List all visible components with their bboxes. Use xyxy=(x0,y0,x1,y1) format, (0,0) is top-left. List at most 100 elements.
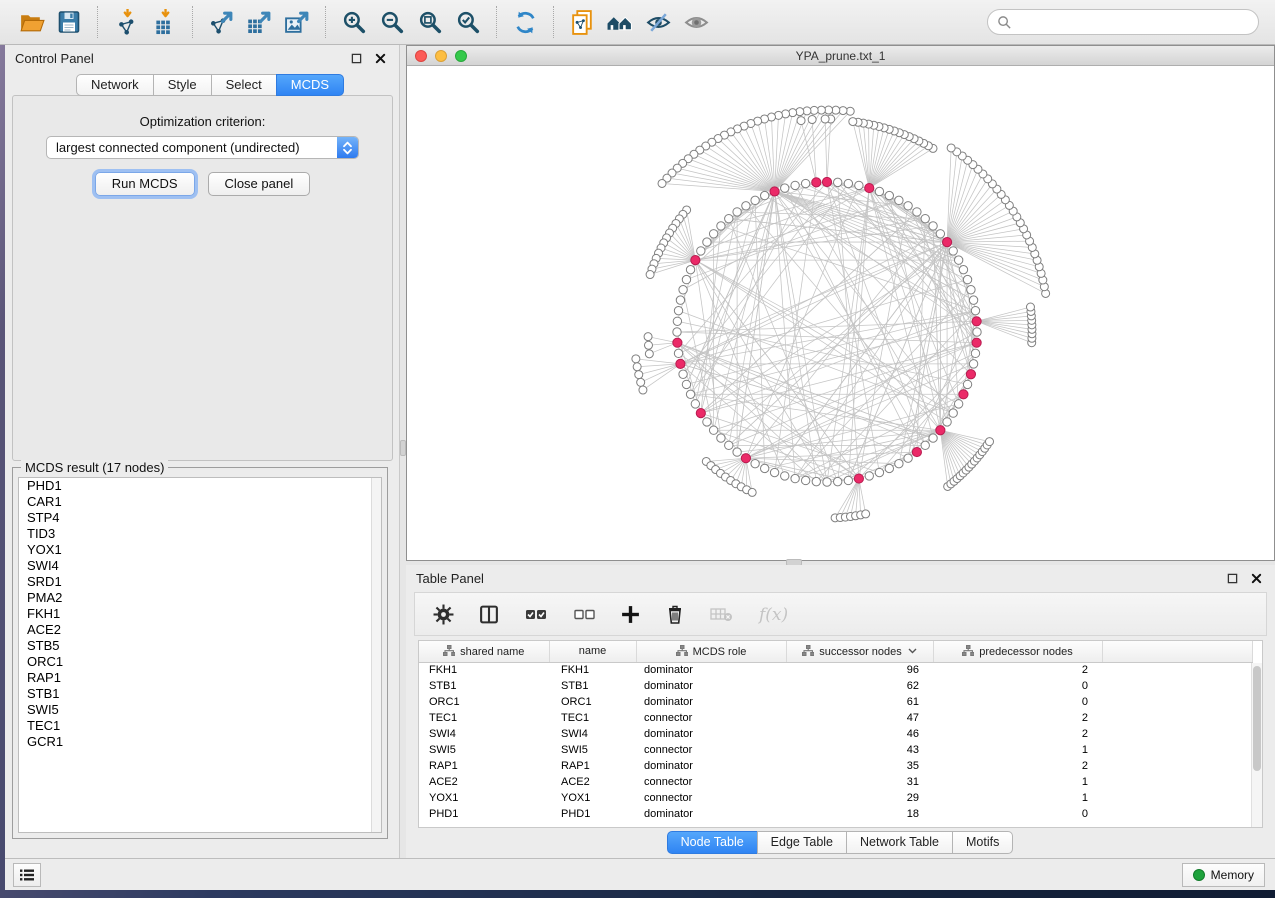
table-cell[interactable]: dominator xyxy=(636,678,786,694)
export-network-button[interactable] xyxy=(204,5,238,39)
table-row[interactable]: FKH1FKH1dominator962 xyxy=(419,662,1252,678)
table-cell[interactable]: 0 xyxy=(933,678,1102,694)
mcds-result-item[interactable]: PHD1 xyxy=(19,478,381,494)
table-row[interactable]: PHD1PHD1dominator180 xyxy=(419,806,1252,822)
table-cell[interactable]: FKH1 xyxy=(549,662,636,678)
mcds-result-item[interactable]: TEC1 xyxy=(19,718,381,734)
tab-node-table[interactable]: Node Table xyxy=(667,831,758,854)
table-cell[interactable]: RAP1 xyxy=(549,758,636,774)
column-header-shared-name[interactable]: shared name xyxy=(419,641,549,662)
mcds-result-item[interactable]: STP4 xyxy=(19,510,381,526)
mcds-result-item[interactable]: RAP1 xyxy=(19,670,381,686)
run-mcds-button[interactable]: Run MCDS xyxy=(95,172,195,196)
table-row[interactable]: SWI4SWI4dominator462 xyxy=(419,726,1252,742)
table-cell[interactable]: YOX1 xyxy=(549,790,636,806)
zoom-selected-button[interactable] xyxy=(451,5,485,39)
table-row[interactable]: ORC1ORC1dominator610 xyxy=(419,694,1252,710)
close-table-panel-button[interactable] xyxy=(1247,570,1265,586)
table-cell[interactable]: RAP1 xyxy=(419,758,549,774)
table-cell[interactable]: TEC1 xyxy=(549,710,636,726)
table-row[interactable]: ACE2ACE2connector311 xyxy=(419,774,1252,790)
table-cell[interactable]: ACE2 xyxy=(549,774,636,790)
table-cell[interactable]: SWI5 xyxy=(549,742,636,758)
refresh-view-button[interactable] xyxy=(508,5,542,39)
mcds-result-item[interactable]: GCR1 xyxy=(19,734,381,750)
mcds-result-item[interactable]: SWI5 xyxy=(19,702,381,718)
tab-network-table[interactable]: Network Table xyxy=(846,831,953,854)
table-cell[interactable]: SWI4 xyxy=(549,726,636,742)
tab-style[interactable]: Style xyxy=(153,74,212,96)
mcds-result-item[interactable]: YOX1 xyxy=(19,542,381,558)
mcds-result-item[interactable]: PMA2 xyxy=(19,590,381,606)
table-row[interactable]: YOX1YOX1connector291 xyxy=(419,790,1252,806)
open-session-button[interactable] xyxy=(14,5,48,39)
optimization-criterion-select[interactable]: largest connected component (undirected) xyxy=(46,136,359,159)
mcds-result-list[interactable]: PHD1CAR1STP4TID3YOX1SWI4SRD1PMA2FKH1ACE2… xyxy=(18,477,382,833)
table-cell[interactable]: 2 xyxy=(933,758,1102,774)
float-table-panel-button[interactable] xyxy=(1223,570,1241,586)
table-cell[interactable]: STB1 xyxy=(549,678,636,694)
delete-column-button[interactable] xyxy=(665,604,685,625)
mcds-result-item[interactable]: FKH1 xyxy=(19,606,381,622)
add-column-button[interactable] xyxy=(620,604,641,625)
table-scrollbar[interactable] xyxy=(1251,663,1262,827)
table-cell[interactable]: 1 xyxy=(933,774,1102,790)
table-cell[interactable]: dominator xyxy=(636,694,786,710)
column-selector-button[interactable] xyxy=(478,604,500,625)
table-cell[interactable]: dominator xyxy=(636,758,786,774)
export-table-button[interactable] xyxy=(242,5,276,39)
table-cell[interactable]: SWI4 xyxy=(419,726,549,742)
table-cell[interactable]: dominator xyxy=(636,726,786,742)
table-cell[interactable]: 29 xyxy=(786,790,933,806)
tab-network[interactable]: Network xyxy=(76,74,154,96)
mcds-result-item[interactable]: STB1 xyxy=(19,686,381,702)
table-cell[interactable]: connector xyxy=(636,774,786,790)
tab-motifs[interactable]: Motifs xyxy=(952,831,1013,854)
table-cell[interactable]: connector xyxy=(636,742,786,758)
memory-button[interactable]: Memory xyxy=(1182,863,1265,887)
mcds-result-item[interactable]: ACE2 xyxy=(19,622,381,638)
task-history-button[interactable] xyxy=(13,863,41,887)
table-cell[interactable]: 31 xyxy=(786,774,933,790)
table-cell[interactable]: 18 xyxy=(786,806,933,822)
table-cell[interactable]: 1 xyxy=(933,790,1102,806)
zoom-fit-button[interactable] xyxy=(413,5,447,39)
table-cell[interactable]: 2 xyxy=(933,726,1102,742)
table-cell[interactable]: 62 xyxy=(786,678,933,694)
table-cell[interactable]: connector xyxy=(636,790,786,806)
tab-edge-table[interactable]: Edge Table xyxy=(757,831,847,854)
table-cell[interactable]: STB1 xyxy=(419,678,549,694)
zoom-out-button[interactable] xyxy=(375,5,409,39)
table-cell[interactable]: 0 xyxy=(933,806,1102,822)
table-cell[interactable]: PHD1 xyxy=(419,806,549,822)
mcds-result-item[interactable]: STB5 xyxy=(19,638,381,654)
show-all-button[interactable] xyxy=(679,5,713,39)
table-cell[interactable]: ACE2 xyxy=(419,774,549,790)
mcds-result-item[interactable]: SWI4 xyxy=(19,558,381,574)
table-cell[interactable]: 43 xyxy=(786,742,933,758)
hide-selected-button[interactable] xyxy=(641,5,675,39)
zoom-in-button[interactable] xyxy=(337,5,371,39)
deselect-all-rows-button[interactable] xyxy=(572,604,596,624)
select-all-rows-button[interactable] xyxy=(524,604,548,624)
table-cell[interactable]: 2 xyxy=(933,662,1102,678)
search-input[interactable] xyxy=(1018,15,1249,29)
table-row[interactable]: SWI5SWI5connector431 xyxy=(419,742,1252,758)
table-row[interactable]: TEC1TEC1connector472 xyxy=(419,710,1252,726)
mcds-result-item[interactable]: ORC1 xyxy=(19,654,381,670)
table-cell[interactable]: connector xyxy=(636,710,786,726)
first-neighbors-button[interactable] xyxy=(603,5,637,39)
close-panel-button[interactable] xyxy=(371,50,389,66)
tab-mcds[interactable]: MCDS xyxy=(276,74,344,96)
float-panel-button[interactable] xyxy=(347,50,365,66)
table-row[interactable]: RAP1RAP1dominator352 xyxy=(419,758,1252,774)
table-options-button[interactable] xyxy=(433,604,454,625)
table-cell[interactable]: FKH1 xyxy=(419,662,549,678)
table-cell[interactable]: dominator xyxy=(636,806,786,822)
network-canvas[interactable] xyxy=(407,66,1274,560)
search-box[interactable] xyxy=(987,9,1259,35)
import-table-button[interactable] xyxy=(147,5,181,39)
table-cell[interactable]: ORC1 xyxy=(549,694,636,710)
mcds-result-item[interactable]: SRD1 xyxy=(19,574,381,590)
table-cell[interactable]: 46 xyxy=(786,726,933,742)
